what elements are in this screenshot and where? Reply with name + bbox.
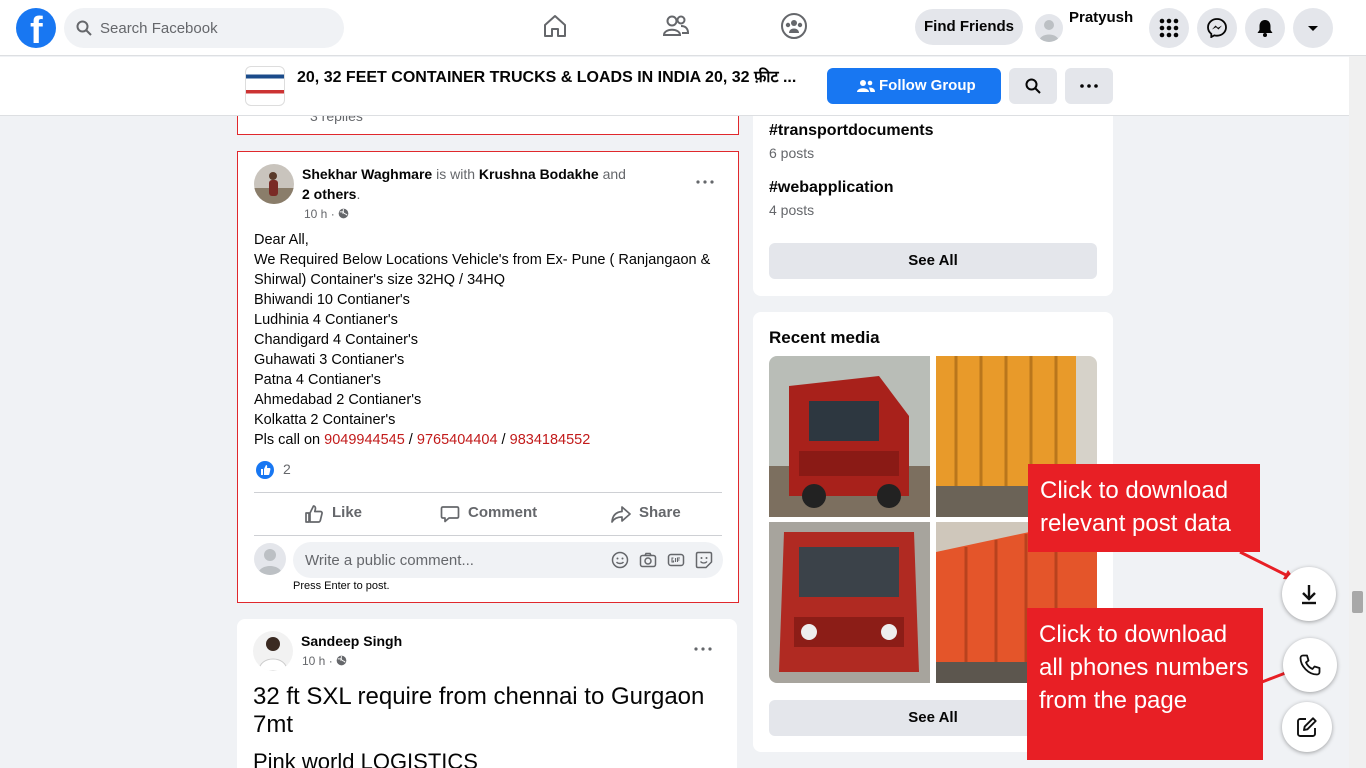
download-post-data-button[interactable] — [1282, 567, 1336, 621]
new-message-button[interactable] — [1282, 702, 1332, 752]
scrollbar-thumb[interactable] — [1352, 591, 1363, 613]
arrow-line — [1239, 550, 1293, 580]
callout-arrows — [1239, 550, 1295, 684]
download-phone-numbers-button[interactable] — [1283, 638, 1337, 692]
phone-icon — [1299, 654, 1321, 676]
download-icon — [1302, 585, 1316, 605]
page-scrollbar[interactable] — [1349, 56, 1366, 768]
compose-icon — [1297, 717, 1317, 737]
